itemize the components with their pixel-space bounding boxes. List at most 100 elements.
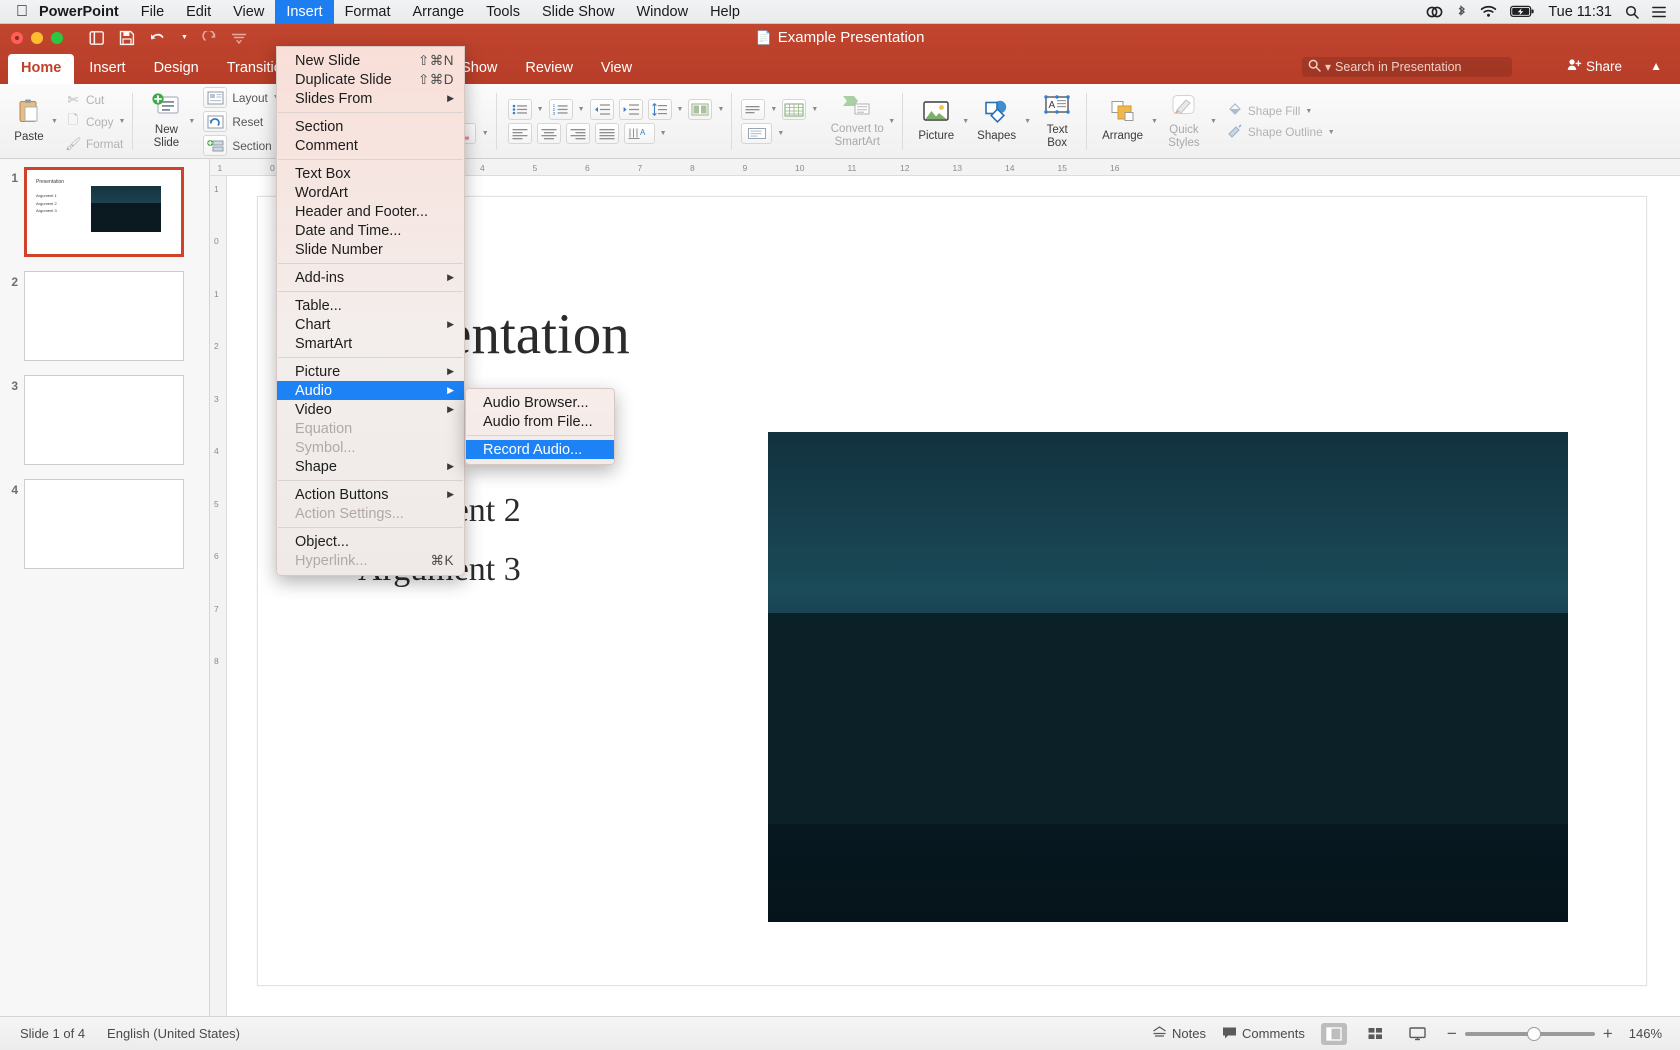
table-button[interactable] bbox=[782, 99, 806, 120]
current-slide[interactable]: Presentation Argument 1 Argument 2 Argum… bbox=[257, 196, 1647, 986]
close-window-button[interactable] bbox=[11, 32, 23, 44]
submenu-item-audio-from-file[interactable]: Audio from File... bbox=[466, 412, 614, 431]
quick-styles-caret[interactable]: ▼ bbox=[1210, 118, 1217, 125]
shapes-caret[interactable]: ▼ bbox=[1024, 118, 1031, 125]
menu-item-table[interactable]: Table... bbox=[277, 296, 464, 315]
language-label[interactable]: English (United States) bbox=[107, 1026, 240, 1041]
slide-image-mountain-night[interactable] bbox=[768, 432, 1568, 922]
menu-view[interactable]: View bbox=[222, 0, 275, 24]
minimize-window-button[interactable] bbox=[31, 32, 43, 44]
copy-dropdown-caret[interactable]: ▼ bbox=[118, 118, 125, 125]
convert-smartart-caret[interactable]: ▼ bbox=[888, 118, 895, 125]
thumbnail-4[interactable]: 4 bbox=[0, 479, 209, 569]
menu-item-shape[interactable]: Shape▶ bbox=[277, 457, 464, 476]
thumbnail-slide-4[interactable] bbox=[24, 479, 184, 569]
tab-view[interactable]: View bbox=[588, 54, 645, 84]
menu-item-chart[interactable]: Chart▶ bbox=[277, 315, 464, 334]
save-icon[interactable] bbox=[119, 30, 135, 46]
maximize-window-button[interactable] bbox=[51, 32, 63, 44]
collapse-ribbon-icon[interactable]: ▲ bbox=[1650, 59, 1662, 73]
slide-sorter-icon[interactable] bbox=[1363, 1023, 1389, 1045]
apple-logo-icon[interactable]:  bbox=[16, 4, 28, 20]
menu-item-duplicate-slide[interactable]: Duplicate Slide⇧⌘D bbox=[277, 70, 464, 89]
columns-caret[interactable]: ▼ bbox=[717, 106, 724, 113]
customize-toolbar-icon[interactable] bbox=[231, 32, 247, 44]
zoom-level-label[interactable]: 146% bbox=[1629, 1026, 1662, 1041]
menu-insert[interactable]: Insert bbox=[275, 0, 333, 24]
increase-indent-button[interactable] bbox=[619, 99, 643, 120]
new-slide-dropdown-caret[interactable]: ▼ bbox=[188, 118, 195, 125]
control-center-icon[interactable] bbox=[1652, 6, 1666, 18]
thumbnail-slide-3[interactable] bbox=[24, 375, 184, 465]
zoom-track[interactable] bbox=[1465, 1032, 1595, 1036]
text-direction-caret[interactable]: ▼ bbox=[660, 130, 667, 137]
zoom-in-button[interactable]: + bbox=[1603, 1024, 1613, 1044]
bluetooth-icon[interactable] bbox=[1456, 4, 1467, 19]
menu-item-date-and-time[interactable]: Date and Time... bbox=[277, 221, 464, 240]
menu-item-slide-number[interactable]: Slide Number bbox=[277, 240, 464, 259]
menu-item-section[interactable]: Section bbox=[277, 117, 464, 136]
thumbnail-2[interactable]: 2 bbox=[0, 271, 209, 361]
menu-item-slides-from[interactable]: Slides From▶ bbox=[277, 89, 464, 108]
menu-slide-show[interactable]: Slide Show bbox=[531, 0, 626, 24]
redo-icon[interactable] bbox=[202, 31, 217, 45]
menu-item-action-buttons[interactable]: Action Buttons▶ bbox=[277, 485, 464, 504]
submenu-item-record-audio[interactable]: Record Audio... bbox=[466, 440, 614, 459]
thumbnail-slide-1[interactable]: Presentation Argument 1 Argument 2 Argum… bbox=[24, 167, 184, 257]
section-button[interactable]: Section ▼ bbox=[203, 135, 283, 156]
audio-submenu[interactable]: Audio Browser...Audio from File...Record… bbox=[465, 388, 615, 465]
slideshow-icon[interactable] bbox=[1405, 1023, 1431, 1045]
creative-cloud-icon[interactable] bbox=[1426, 5, 1443, 19]
bullets-button[interactable] bbox=[508, 99, 532, 120]
normal-view-icon[interactable] bbox=[1321, 1023, 1347, 1045]
menu-edit[interactable]: Edit bbox=[175, 0, 222, 24]
table-caret[interactable]: ▼ bbox=[811, 106, 818, 113]
menu-item-header-and-footer[interactable]: Header and Footer... bbox=[277, 202, 464, 221]
notes-button[interactable]: Notes bbox=[1152, 1026, 1206, 1042]
paste-button[interactable]: Paste bbox=[7, 96, 51, 146]
text-placeholder-caret[interactable]: ▼ bbox=[777, 130, 784, 137]
menu-item-wordart[interactable]: WordArt bbox=[277, 183, 464, 202]
menu-help[interactable]: Help bbox=[699, 0, 751, 24]
thumbnail-1[interactable]: 1 Presentation Argument 1 Argument 2 Arg… bbox=[0, 167, 209, 257]
reset-button[interactable]: Reset bbox=[203, 111, 283, 132]
align-center-button[interactable] bbox=[537, 123, 561, 144]
new-slide-button[interactable]: New Slide bbox=[144, 91, 188, 153]
share-button[interactable]: Share bbox=[1567, 58, 1622, 74]
paste-dropdown-caret[interactable]: ▼ bbox=[51, 118, 58, 125]
search-input[interactable]: ▾ Search in Presentation bbox=[1302, 57, 1512, 77]
columns-button[interactable] bbox=[688, 99, 712, 120]
tab-review[interactable]: Review bbox=[512, 54, 586, 84]
menu-powerpoint[interactable]: PowerPoint bbox=[28, 0, 130, 24]
align-left-button[interactable] bbox=[508, 123, 532, 144]
arrange-button[interactable]: Arrange bbox=[1098, 97, 1147, 145]
numbering-button[interactable]: 123 bbox=[549, 99, 573, 120]
thumbnail-3[interactable]: 3 bbox=[0, 375, 209, 465]
arrange-caret[interactable]: ▼ bbox=[1151, 118, 1158, 125]
picture-button[interactable]: Picture bbox=[914, 97, 958, 145]
menu-arrange[interactable]: Arrange bbox=[402, 0, 476, 24]
spotlight-search-icon[interactable] bbox=[1625, 5, 1639, 19]
convert-to-smartart-button[interactable]: Convert to SmartArt bbox=[826, 92, 888, 152]
tab-home[interactable]: Home bbox=[8, 54, 74, 84]
shape-outline-caret[interactable]: ▼ bbox=[1328, 129, 1335, 136]
text-direction-button[interactable]: A bbox=[624, 123, 655, 144]
menu-item-picture[interactable]: Picture▶ bbox=[277, 362, 464, 381]
numbering-caret[interactable]: ▼ bbox=[578, 106, 585, 113]
menu-tools[interactable]: Tools bbox=[475, 0, 531, 24]
text-box-button[interactable]: A Text Box bbox=[1035, 91, 1079, 153]
zoom-out-button[interactable]: − bbox=[1447, 1024, 1457, 1044]
vertical-ruler[interactable]: 987654321012345678 bbox=[210, 176, 227, 1016]
layout-button[interactable]: Layout ▼ bbox=[203, 87, 283, 108]
battery-charging-icon[interactable] bbox=[1510, 5, 1535, 18]
menu-window[interactable]: Window bbox=[626, 0, 700, 24]
quick-styles-button[interactable]: Quick Styles bbox=[1162, 91, 1206, 153]
tab-design[interactable]: Design bbox=[141, 54, 212, 84]
menu-item-comment[interactable]: Comment bbox=[277, 136, 464, 155]
thumbnail-slide-2[interactable] bbox=[24, 271, 184, 361]
menu-item-audio[interactable]: Audio▶ bbox=[277, 381, 464, 400]
menu-format[interactable]: Format bbox=[334, 0, 402, 24]
new-presentation-icon[interactable] bbox=[89, 30, 105, 46]
cut-button[interactable]: ✄ Cut bbox=[65, 92, 125, 108]
undo-dropdown-caret[interactable]: ▼ bbox=[181, 34, 188, 41]
